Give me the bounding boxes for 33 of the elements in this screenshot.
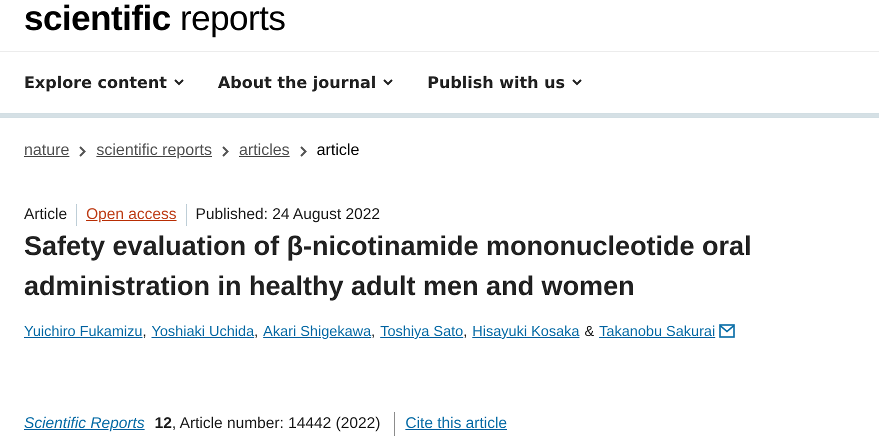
chevron-right-icon [300,146,307,156]
author-link[interactable]: Yuichiro Fukamizu [24,324,142,340]
author-link[interactable]: Akari Shigekawa [263,324,372,340]
author-separator: , [142,324,146,340]
breadcrumb-link[interactable]: scientific reports [96,142,212,160]
author-separator: , [371,324,376,340]
author-link[interactable]: Toshiya Sato [380,324,464,340]
chevron-down-icon [572,79,582,86]
breadcrumb-current: article [316,142,360,160]
breadcrumb-link[interactable]: nature [24,142,70,160]
author-link[interactable]: Hisayuki Kosaka [472,324,580,340]
nav-menu-button[interactable]: Publish with us [427,73,582,92]
author-separator: , [463,324,468,340]
cite-link[interactable]: Cite this article [405,415,508,433]
open-access-link[interactable]: Open access [86,206,177,224]
published-date: Published: 24 August 2022 [196,206,380,224]
citation-details: 12, Article number: 14442 (2022) [154,415,380,433]
chevron-right-icon [222,146,229,156]
journal-link[interactable]: Scientific Reports [24,415,145,433]
author-link[interactable]: Takanobu Sakurai [599,324,716,340]
nav-menu-button[interactable]: Explore content [24,73,184,92]
article-title: Safety evaluation of β-nicotinamide mononucleotide oral administration in healthy adult men and women [24,230,753,303]
nav-menu-button[interactable]: About the journal [218,73,394,92]
breadcrumb-link[interactable]: articles [238,142,290,160]
mail-icon[interactable] [719,324,736,338]
journal-logo[interactable]: scientific reports [0,0,310,51]
chevron-right-icon [79,146,86,156]
article-type: Article [24,206,68,224]
chevron-down-icon [174,79,184,86]
author-separator: , [254,324,258,340]
chevron-down-icon [383,79,394,86]
author-separator: & [584,324,594,340]
author-link[interactable]: Yoshiaki Uchida [152,324,254,340]
